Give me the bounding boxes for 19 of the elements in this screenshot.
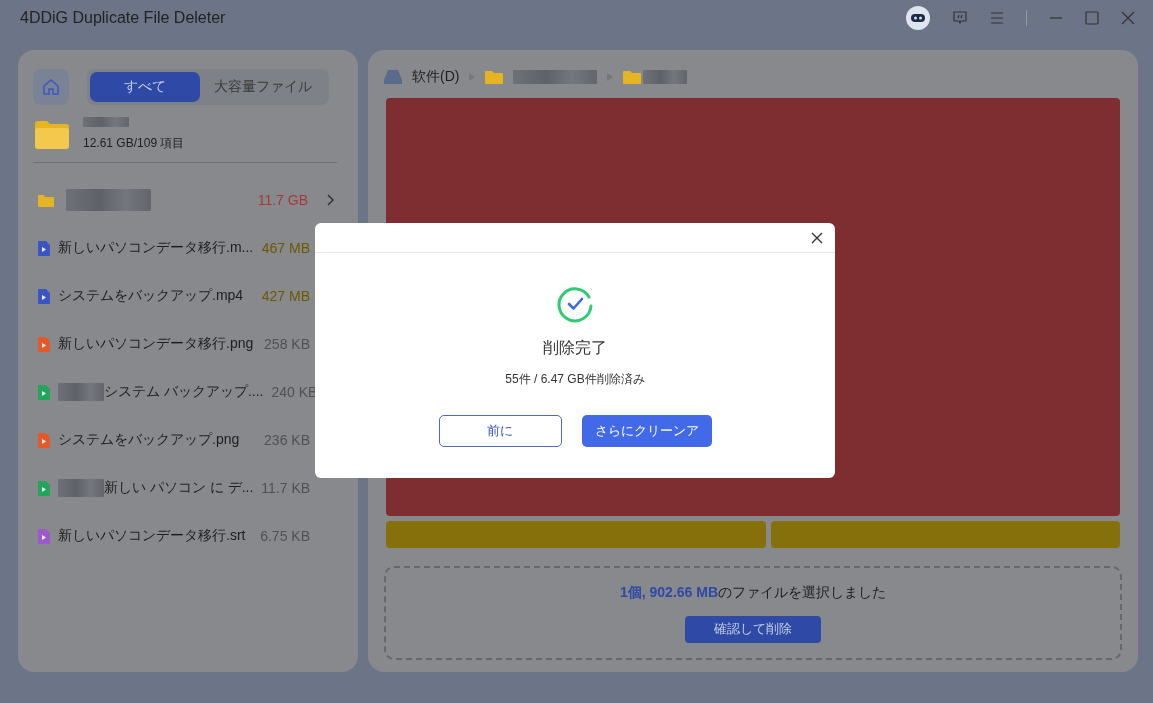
file-size: 427 MB <box>261 288 310 304</box>
file-name: 新しいパソコンデータ移行.png <box>58 335 254 353</box>
file-name: 新しいパソコンデータ移行.srt <box>58 527 246 545</box>
dialog-title: 削除完了 <box>543 338 607 358</box>
selection-summary: 1個, 902.66 MBのファイルを選択しました <box>619 583 887 602</box>
file-name: システムをバックアップ.mp4 <box>58 287 244 305</box>
file-size: 11.7 GB <box>257 192 308 208</box>
file-size: 11.7 KB <box>261 480 311 496</box>
file-size: 467 MB <box>261 240 310 256</box>
file-size: 6.75 KB <box>260 528 310 544</box>
window-title: 4DDiG Duplicate File Deleter <box>20 9 226 27</box>
file-name: システム バックアップ.... <box>104 383 264 401</box>
file-size: 258 KB <box>264 336 310 352</box>
dialog-message: 55件 / 6.47 GB件削除済み <box>505 371 645 388</box>
file-size: 236 KB <box>264 432 310 448</box>
file-name: システムをバックアップ.png <box>58 431 240 449</box>
folder-summary: 12.61 GB/109 項目 <box>83 135 185 152</box>
file-name: 新しい パソコン に デ... <box>104 479 254 497</box>
file-name: 新しいパソコンデータ移行.m... <box>58 239 254 257</box>
